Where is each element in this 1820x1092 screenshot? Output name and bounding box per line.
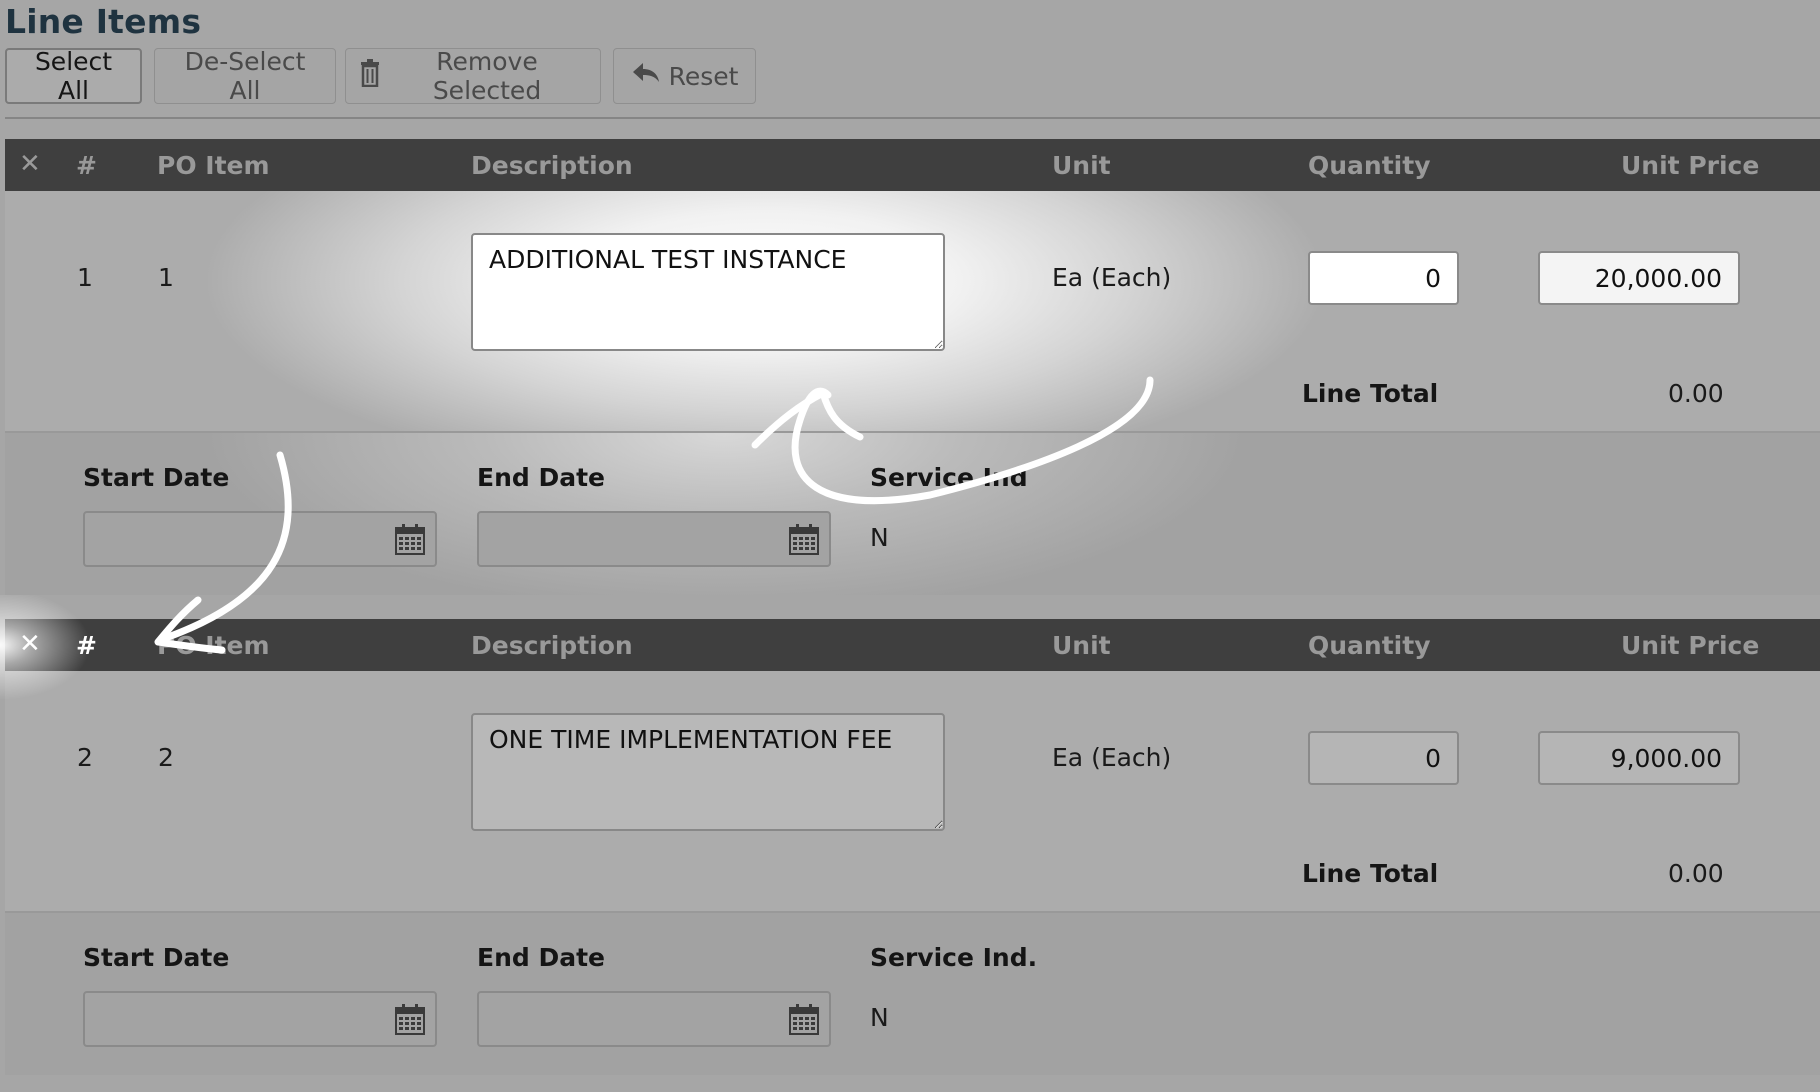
item-number: 2 bbox=[77, 743, 93, 772]
quantity-input[interactable] bbox=[1308, 731, 1459, 785]
line-item-row: 2 2 ONE TIME IMPLEMENTATION FEE Ea (Each… bbox=[5, 671, 1820, 913]
line-total-label: Line Total bbox=[1302, 379, 1439, 408]
page-title: Line Items bbox=[5, 2, 202, 41]
line-total-value: 0.00 bbox=[1668, 859, 1724, 888]
reply-arrow-icon bbox=[631, 61, 661, 92]
column-number: # bbox=[76, 631, 97, 660]
unit-price-input[interactable] bbox=[1538, 251, 1740, 305]
line-total-label: Line Total bbox=[1302, 859, 1439, 888]
remove-selected-button[interactable]: Remove Selected bbox=[345, 47, 601, 105]
unit-value: Ea (Each) bbox=[1052, 743, 1172, 772]
column-po-item: PO Item bbox=[157, 151, 270, 180]
end-date-label: End Date bbox=[477, 463, 606, 492]
start-date-input[interactable] bbox=[83, 991, 437, 1047]
remove-selected-label: Remove Selected bbox=[432, 47, 542, 105]
end-date-input[interactable] bbox=[477, 991, 831, 1047]
start-date-label: Start Date bbox=[83, 943, 230, 972]
toolbar-divider bbox=[5, 117, 1820, 119]
calendar-icon[interactable] bbox=[395, 1003, 425, 1039]
select-all-label: Select All bbox=[34, 47, 113, 105]
line-item-header: ✕ # PO Item Description Unit Quantity Un… bbox=[5, 619, 1820, 671]
line-item-header: ✕ # PO Item Description Unit Quantity Un… bbox=[5, 139, 1820, 191]
trash-icon bbox=[360, 58, 380, 94]
column-description: Description bbox=[471, 151, 633, 180]
deselect-all-label: De-Select All bbox=[184, 47, 306, 105]
line-total-value: 0.00 bbox=[1668, 379, 1724, 408]
date-row: Start Date End Da bbox=[5, 913, 1820, 1075]
reset-label: Reset bbox=[668, 61, 739, 91]
date-row: Start Date End Da bbox=[5, 433, 1820, 595]
line-items-page: Line Items Select All De-Select All Remo… bbox=[0, 0, 1820, 1092]
line-item-row: 1 1 ADDITIONAL TEST INSTANCE Ea (Each) L… bbox=[5, 191, 1820, 433]
end-date-label: End Date bbox=[477, 943, 606, 972]
unit-value: Ea (Each) bbox=[1052, 263, 1172, 292]
service-ind-label: Service Ind bbox=[870, 463, 1028, 492]
column-number: # bbox=[76, 151, 97, 180]
column-unit: Unit bbox=[1052, 151, 1111, 180]
close-icon[interactable]: ✕ bbox=[19, 629, 41, 659]
service-ind-value: N bbox=[870, 1003, 889, 1032]
description-textarea[interactable]: ONE TIME IMPLEMENTATION FEE bbox=[471, 713, 945, 831]
column-unit-price: Unit Price bbox=[1621, 631, 1760, 660]
column-quantity: Quantity bbox=[1308, 631, 1431, 660]
column-quantity: Quantity bbox=[1308, 151, 1431, 180]
calendar-icon[interactable] bbox=[789, 523, 819, 559]
po-item-value: 2 bbox=[158, 743, 174, 772]
reset-button[interactable]: Reset bbox=[613, 48, 756, 104]
service-ind-value: N bbox=[870, 523, 889, 552]
close-icon[interactable]: ✕ bbox=[19, 149, 41, 179]
item-number: 1 bbox=[77, 263, 93, 292]
description-textarea[interactable]: ADDITIONAL TEST INSTANCE bbox=[471, 233, 945, 351]
calendar-icon[interactable] bbox=[789, 1003, 819, 1039]
calendar-icon[interactable] bbox=[395, 523, 425, 559]
column-unit-price: Unit Price bbox=[1621, 151, 1760, 180]
column-po-item: PO Item bbox=[157, 631, 270, 660]
column-description: Description bbox=[471, 631, 633, 660]
end-date-input[interactable] bbox=[477, 511, 831, 567]
column-unit: Unit bbox=[1052, 631, 1111, 660]
deselect-all-button[interactable]: De-Select All bbox=[154, 47, 336, 105]
service-ind-label: Service Ind. bbox=[870, 943, 1038, 972]
unit-price-input[interactable] bbox=[1538, 731, 1740, 785]
po-item-value: 1 bbox=[158, 263, 174, 292]
select-all-button[interactable]: Select All bbox=[5, 47, 142, 105]
start-date-input[interactable] bbox=[83, 511, 437, 567]
start-date-label: Start Date bbox=[83, 463, 230, 492]
quantity-input[interactable] bbox=[1308, 251, 1459, 305]
